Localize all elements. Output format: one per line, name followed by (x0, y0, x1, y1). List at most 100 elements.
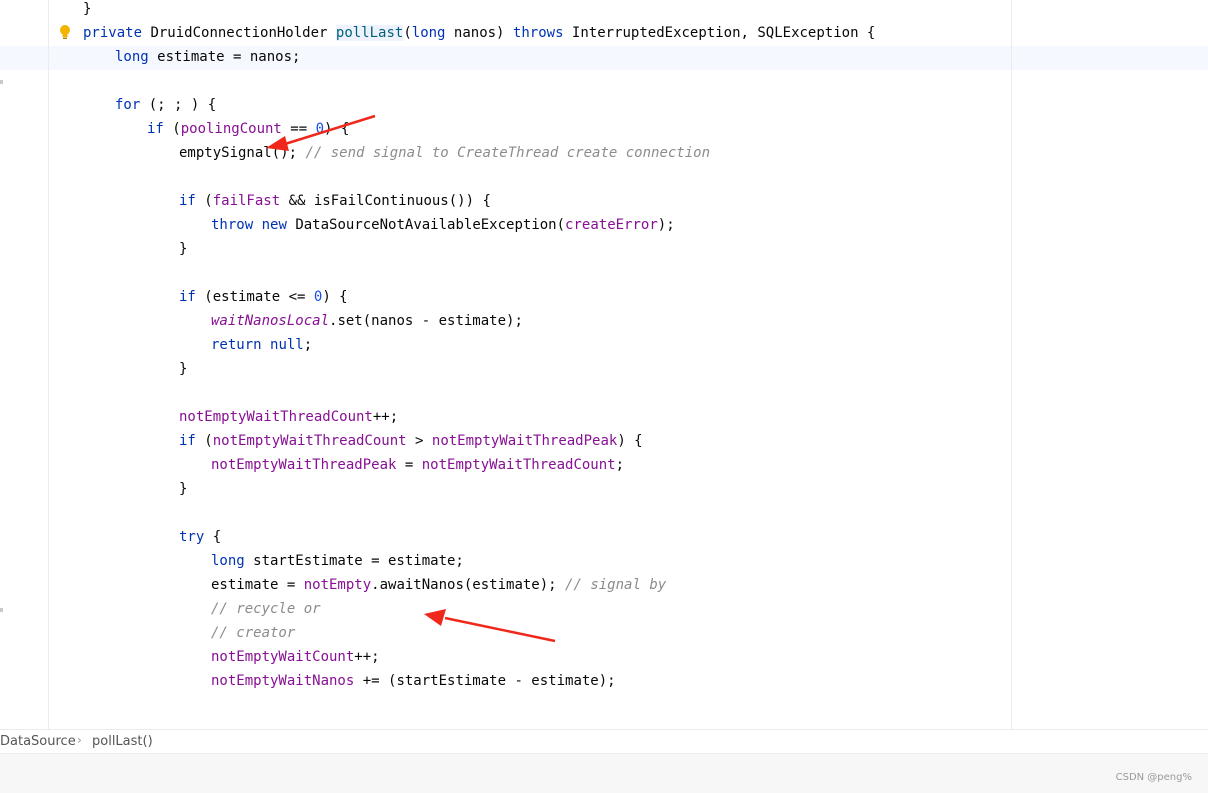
code-token: createError (565, 217, 658, 233)
code-token: // signal by (565, 577, 667, 593)
code-line[interactable]: return null; (211, 333, 312, 357)
code-token: (; ; ) { (140, 97, 217, 113)
red-arrow (424, 609, 556, 643)
gutter-divider (48, 0, 49, 729)
code-line[interactable]: notEmptyWaitThreadPeak = notEmptyWaitThr… (211, 453, 624, 477)
code-token: private (83, 25, 143, 41)
code-token: 0 (315, 121, 325, 137)
code-token: long (211, 553, 245, 569)
code-token: notEmptyWaitThreadPeak (211, 457, 397, 473)
code-token: startEstimate = estimate; (244, 553, 464, 569)
code-token: ); (657, 217, 675, 233)
code-line[interactable]: notEmptyWaitNanos += (startEstimate - es… (211, 669, 616, 693)
code-token: notEmpty (303, 577, 372, 593)
code-line[interactable]: notEmptyWaitThreadCount++; (179, 405, 398, 429)
code-token: DruidConnectionHolder (142, 25, 336, 41)
code-token: estimate = (211, 577, 304, 593)
code-token: pollLast (335, 25, 404, 41)
code-token: nanos) (445, 25, 513, 41)
code-token: estimate = nanos; (148, 49, 301, 65)
code-token: failFast (212, 193, 281, 209)
code-line[interactable]: long estimate = nanos; (115, 45, 300, 69)
code-token: ++; (372, 409, 399, 425)
code-line[interactable]: notEmptyWaitCount++; (211, 645, 380, 669)
code-token: .awaitNanos(estimate); (371, 577, 566, 593)
code-token: && isFailContinuous()) { (280, 193, 491, 209)
code-token: == (281, 121, 316, 137)
watermark: CSDN @peng% (1115, 772, 1192, 783)
breadcrumb-class[interactable]: DataSource (0, 734, 76, 749)
code-line[interactable]: } (179, 237, 187, 261)
code-token: poolingCount (180, 121, 282, 137)
code-token: } (83, 1, 92, 17)
code-token: DataSourceNotAvailableException( (286, 217, 566, 233)
code-line[interactable]: waitNanosLocal.set(nanos - estimate); (211, 309, 523, 333)
code-token: new (261, 217, 287, 233)
code-token: if (179, 289, 196, 305)
code-token: (estimate <= (195, 289, 314, 305)
code-token: ; (615, 457, 625, 473)
code-token: throw (211, 217, 254, 233)
bottom-bar: CSDN @peng% (0, 753, 1208, 793)
code-line[interactable]: } (83, 0, 91, 21)
breadcrumb-method[interactable]: pollLast() (92, 734, 153, 749)
code-line[interactable]: estimate = notEmpty.awaitNanos(estimate)… (211, 573, 666, 597)
code-line[interactable]: if (failFast && isFailContinuous()) { (179, 189, 491, 213)
code-line[interactable]: throw new DataSourceNotAvailableExceptio… (211, 213, 675, 237)
code-token: long (411, 25, 446, 41)
code-token: = (396, 457, 422, 473)
code-line[interactable]: emptySignal(); // send signal to CreateT… (179, 141, 710, 165)
code-token: long (115, 49, 149, 65)
code-token: ++; (354, 649, 380, 665)
code-token: notEmptyWaitNanos (211, 673, 355, 689)
code-token: waitNanosLocal (211, 313, 330, 329)
code-token: // creator (211, 625, 296, 641)
code-token: > (406, 433, 432, 449)
code-line[interactable]: for (; ; ) { (115, 93, 216, 117)
code-token: for (115, 97, 141, 113)
code-line[interactable]: // recycle or (211, 597, 321, 621)
code-token: try (179, 529, 205, 545)
code-line[interactable]: } (179, 477, 187, 501)
code-token: if (147, 121, 164, 137)
code-token: .set(nanos - estimate); (329, 313, 523, 329)
code-token: if (179, 433, 196, 449)
code-token: ) { (322, 289, 348, 305)
code-token: notEmptyWaitThreadCount (421, 457, 616, 473)
code-line[interactable]: if (estimate <= 0) { (179, 285, 348, 309)
gutter-fold-marker[interactable] (0, 608, 3, 612)
code-editor[interactable]: } private DruidConnectionHolder pollLast(… (0, 0, 1208, 729)
code-line[interactable]: if (notEmptyWaitThreadCount > notEmptyWa… (179, 429, 643, 453)
code-line[interactable]: if (poolingCount == 0) { (147, 117, 349, 141)
code-line[interactable]: try { (179, 525, 221, 549)
code-line[interactable]: // creator (211, 621, 295, 645)
code-token: notEmptyWaitThreadCount (179, 409, 373, 425)
code-token: throws (512, 25, 564, 41)
code-token: ; (303, 337, 313, 353)
code-token: ( (163, 121, 181, 137)
code-token: ( (195, 193, 213, 209)
code-token: } (179, 241, 188, 257)
code-token: } (179, 481, 188, 497)
breadcrumb: DataSource › pollLast() (0, 729, 1208, 754)
code-token: return (211, 337, 262, 353)
code-token: null (270, 337, 304, 353)
code-token: ) { (617, 433, 643, 449)
code-token: InterruptedException, SQLException { (563, 25, 876, 41)
code-token: // recycle or (211, 601, 321, 617)
code-token: notEmptyWaitThreadPeak (431, 433, 618, 449)
code-token: emptySignal(); (179, 145, 306, 161)
code-token: ( (403, 25, 412, 41)
code-line[interactable]: long startEstimate = estimate; (211, 549, 464, 573)
lightbulb-icon[interactable] (59, 24, 71, 40)
code-line[interactable]: private DruidConnectionHolder pollLast(l… (83, 21, 875, 45)
code-token: += (startEstimate - estimate); (354, 673, 616, 689)
gutter-fold-marker[interactable] (0, 80, 3, 84)
code-token: ( (195, 433, 213, 449)
code-token: notEmptyWaitCount (211, 649, 355, 665)
code-token: // send signal to CreateThread create co… (305, 145, 711, 161)
code-line[interactable]: } (179, 357, 187, 381)
code-token: if (179, 193, 196, 209)
